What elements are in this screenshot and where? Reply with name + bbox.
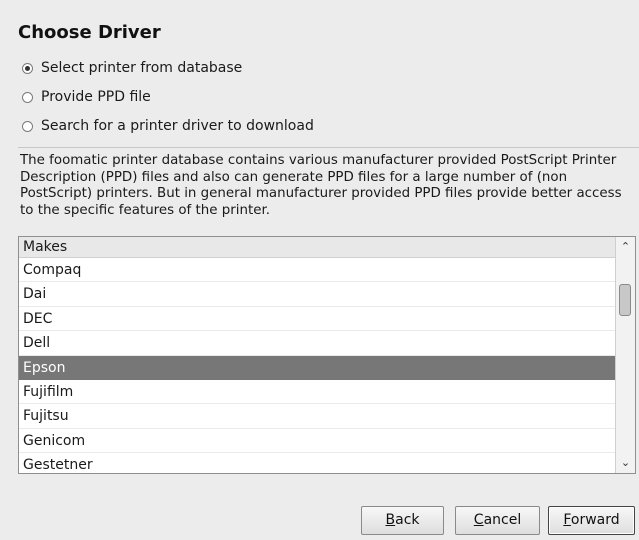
list-item[interactable]: DEC — [19, 307, 615, 332]
list-item[interactable]: Compaq — [19, 258, 615, 283]
scroll-down-icon[interactable]: ⌄ — [616, 453, 635, 473]
forward-mnemonic: F — [563, 512, 571, 528]
description-text: The foomatic printer database contains v… — [20, 153, 622, 218]
cancel-button[interactable]: Cancel — [455, 506, 540, 535]
radio-selected-indicator[interactable] — [22, 62, 33, 74]
radio-select-from-database[interactable]: Select printer from database — [22, 60, 242, 76]
list-item[interactable]: Dell — [19, 331, 615, 356]
list-item-selected[interactable]: Epson — [19, 355, 615, 380]
list-item[interactable]: Genicom — [19, 429, 615, 454]
cancel-label: ancel — [483, 512, 522, 528]
makes-list[interactable]: Makes Compaq Dai DEC Dell Epson Fujifilm… — [18, 236, 636, 474]
list-item[interactable]: Dai — [19, 282, 615, 307]
makes-column-header[interactable]: Makes — [19, 237, 615, 258]
radio-label-search: Search for a printer driver to download — [41, 118, 314, 134]
back-button[interactable]: Back — [361, 506, 444, 535]
radio-label-ppd: Provide PPD file — [41, 89, 151, 105]
radio-indicator[interactable] — [22, 91, 33, 103]
dialog-title: Choose Driver — [18, 22, 161, 43]
radio-search-driver-download[interactable]: Search for a printer driver to download — [22, 118, 314, 134]
vertical-scrollbar[interactable]: ⌃ ⌄ — [615, 237, 635, 473]
list-item[interactable]: Gestetner — [19, 453, 615, 473]
list-item[interactable]: Fujifilm — [19, 380, 615, 405]
list-item[interactable]: Fujitsu — [19, 404, 615, 429]
back-label: ack — [395, 512, 420, 528]
makes-rows: Compaq Dai DEC Dell Epson Fujifilm Fujit… — [19, 258, 615, 473]
radio-label-database: Select printer from database — [41, 60, 243, 76]
forward-button[interactable]: Forward — [548, 506, 635, 535]
forward-label: orward — [570, 512, 620, 528]
radio-provide-ppd-file[interactable]: Provide PPD file — [22, 89, 151, 105]
scrollbar-thumb[interactable] — [619, 284, 631, 316]
cancel-mnemonic: C — [473, 512, 484, 528]
scroll-up-icon[interactable]: ⌃ — [616, 237, 635, 257]
radio-indicator[interactable] — [22, 120, 33, 132]
back-mnemonic: B — [385, 512, 396, 528]
separator — [18, 147, 639, 148]
